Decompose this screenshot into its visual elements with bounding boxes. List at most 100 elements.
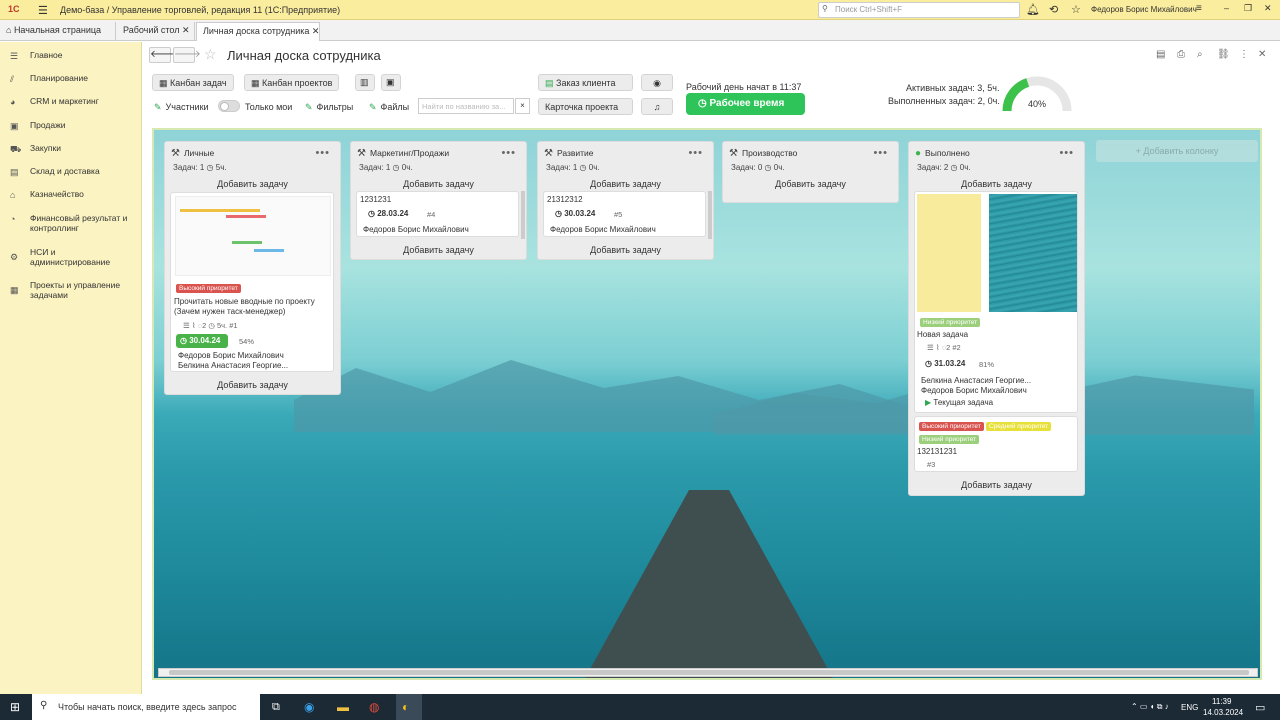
add-task-button[interactable]: Добавить задачу (165, 179, 340, 189)
1c-icon: ◐ (402, 700, 410, 714)
menu-icon[interactable]: ☰ (38, 4, 48, 17)
project-card-button[interactable]: Карточка проекта (538, 98, 633, 115)
tab-desktop[interactable]: Рабочий стол ✕ (117, 22, 195, 41)
save-icon[interactable]: ▤ (1156, 49, 1165, 60)
chart-icon: ⫽ (10, 74, 15, 84)
print-icon[interactable]: ⎙ (1177, 49, 1185, 60)
search-placeholder: Поиск Ctrl+Shift+F (835, 5, 903, 14)
minimize-icon[interactable]: – (1224, 3, 1229, 13)
tab-home[interactable]: ⌂ Начальная страница (0, 22, 116, 41)
priority-tags: Высокий приоритет Средний приоритет (919, 421, 1052, 431)
table-view-button[interactable]: ▥ (355, 74, 375, 91)
column-menu-icon[interactable]: ••• (315, 147, 330, 159)
task-card[interactable]: Высокий приоритет Прочитать новые вводны… (170, 192, 334, 372)
task-card[interactable]: Высокий приоритет Средний приоритет Низк… (914, 416, 1078, 472)
app-logo: 1С (8, 4, 20, 14)
column-scrollbar[interactable] (521, 191, 525, 239)
kanban-projects-button[interactable]: ▦ Канбан проектов (244, 74, 340, 91)
add-task-button[interactable]: Добавить задачу (909, 179, 1084, 189)
kanban-tasks-button[interactable]: ▦ Канбан задач (152, 74, 234, 91)
close-icon[interactable]: ✕ (1264, 3, 1272, 14)
client-order-button[interactable]: ▤ Заказ клиента (538, 74, 633, 91)
add-task-button[interactable]: Добавить задачу (351, 179, 526, 189)
filters-link[interactable]: ✎ Фильтры (305, 102, 353, 113)
bell-icon[interactable]: 🔔︎ (1026, 3, 1040, 16)
taskbar-time[interactable]: 11:39 (1212, 697, 1231, 706)
tab-personal-board[interactable]: Личная доска сотрудника ✕ (196, 22, 320, 41)
back-button[interactable]: 🡐 (149, 47, 177, 63)
column-header[interactable]: ● Выполнено (915, 148, 970, 159)
column-header[interactable]: ⚒ Производство (729, 148, 797, 159)
task-card[interactable]: 1231231 ◷ 28.03.24 #4 Федоров Борис Миха… (356, 191, 519, 237)
card-num: #3 (927, 460, 936, 469)
close-form-icon[interactable]: ✕ (1258, 49, 1266, 60)
add-column-button[interactable]: + Добавить колонку (1096, 140, 1258, 162)
restore-icon[interactable]: ❐ (1244, 3, 1252, 14)
tray-icons[interactable]: ⌃ ▭ ◖ ⧉ ♪ (1131, 702, 1169, 712)
current-task-indicator: ▶ Текущая задача (925, 398, 994, 407)
1c-app-taskbar-button[interactable]: ◐ (396, 694, 422, 720)
board-scrollbar[interactable] (158, 668, 1258, 677)
history-icon[interactable]: ⟲ (1049, 3, 1058, 16)
column-header[interactable]: ⚒ Маркетинг/Продажи (357, 148, 449, 159)
explorer-icon[interactable]: ▬ (337, 700, 349, 714)
column-menu-icon[interactable]: ••• (688, 147, 703, 159)
taskbar-date[interactable]: 14.03.2024 (1203, 708, 1243, 717)
chrome-icon[interactable]: ◍ (369, 700, 379, 714)
add-task-button[interactable]: Добавить задачу (165, 380, 340, 390)
column-marketing-sales: ⚒ Маркетинг/Продажи ••• Задач: 1 ◷ 0ч. До… (350, 141, 527, 260)
bank-icon: ⌂ (10, 190, 16, 200)
column-header[interactable]: ⚒ Личные (171, 148, 214, 159)
user-name[interactable]: Федоров Борис Михайлович (1091, 5, 1197, 14)
add-task-button[interactable]: Добавить задачу (538, 179, 713, 189)
scrollbar-thumb[interactable] (169, 670, 1249, 675)
task-card[interactable]: 21312312 ◷ 30.03.24 #5 Федоров Борис Мих… (543, 191, 706, 237)
card-screenshot-thumbnail (175, 196, 331, 276)
card-assignee: Федоров Борис Михайлович (921, 386, 1027, 395)
language-indicator[interactable]: ENG (1181, 703, 1198, 712)
add-task-button[interactable]: Добавить задачу (909, 480, 1084, 490)
hammer-icon: ⚒ (171, 148, 180, 159)
star-icon[interactable]: ☆ (1071, 3, 1081, 16)
more-icon[interactable]: ⋮ (1239, 49, 1249, 60)
column-menu-icon[interactable]: ••• (501, 147, 516, 159)
global-search-input[interactable]: ⚲ Поиск Ctrl+Shift+F (818, 2, 1020, 18)
add-task-button[interactable]: Добавить задачу (351, 245, 526, 255)
clock-icon: ◷ (950, 163, 958, 172)
find-icon[interactable]: ⌕ (1197, 49, 1203, 60)
column-scrollbar[interactable] (708, 191, 712, 239)
priority-tag: Низкий приоритет (919, 434, 980, 444)
done-tasks-stat: Выполненных задач: 2, 0ч. (888, 96, 1000, 106)
work-time-button[interactable]: ◷ Рабочее время (686, 93, 805, 115)
task-card[interactable]: Низкий приоритет Новая задача ☰ ⌇ ◌2 #2 … (914, 191, 1078, 413)
column-title: Производство (741, 148, 798, 158)
taskbar-search[interactable]: ⚲ Чтобы начать поиск, введите здесь запр… (32, 694, 260, 720)
close-tab-icon[interactable]: ✕ (182, 25, 190, 35)
close-tab-icon[interactable]: ✕ (312, 26, 320, 36)
tab-label: Личная доска сотрудника (203, 26, 310, 36)
button-label: Канбан проектов (262, 78, 333, 88)
column-menu-icon[interactable]: ••• (1059, 147, 1074, 159)
column-header[interactable]: ⚒ Развитие (544, 148, 594, 159)
column-title: Развитие (556, 148, 594, 158)
calendar-button[interactable]: ▣ (381, 74, 401, 91)
only-mine-toggle[interactable] (218, 100, 240, 112)
settings-icon[interactable]: ≡ (1196, 3, 1202, 14)
clear-search-button[interactable]: × (515, 98, 530, 114)
task-search-input[interactable]: Найти по названию за... (418, 98, 514, 114)
files-link[interactable]: ✎ Файлы (369, 102, 409, 113)
notifications-icon[interactable]: ▭ (1255, 701, 1265, 714)
forward-button[interactable]: 🡒 (173, 47, 201, 63)
notifications-button[interactable]: ♫ (641, 98, 673, 115)
column-menu-icon[interactable]: ••• (873, 147, 888, 159)
favorite-star-icon[interactable]: ☆ (204, 46, 217, 63)
sidebar: ☰ Главное ⫽ Планирование ◕ CRM и маркетинг … (0, 42, 142, 694)
add-task-button[interactable]: Добавить задачу (538, 245, 713, 255)
participants-link[interactable]: ✎ Участники (154, 102, 209, 113)
view-button[interactable]: ◉ (641, 74, 673, 91)
task-view-icon[interactable]: ⧉ (272, 701, 280, 714)
edge-icon[interactable]: ◉ (304, 700, 314, 714)
windows-start-icon[interactable]: ⊞ (10, 700, 20, 714)
add-task-button[interactable]: Добавить задачу (723, 179, 898, 189)
link-icon[interactable]: ⛓ (1217, 49, 1230, 60)
